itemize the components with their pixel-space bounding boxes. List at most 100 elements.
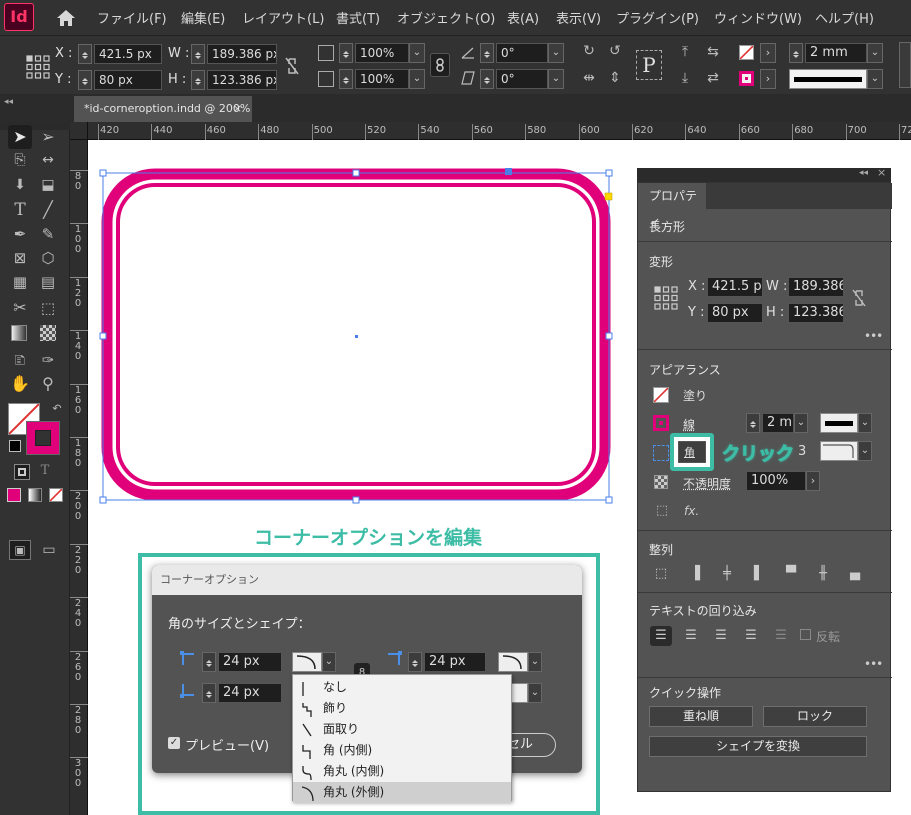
- rotate-dropdown-icon[interactable]: ⌄: [548, 43, 564, 63]
- x-field[interactable]: 421.5 px: [94, 44, 162, 64]
- panel-corner-shape-select[interactable]: [820, 441, 858, 461]
- shear-stepper[interactable]: [480, 69, 494, 89]
- direct-selection-tool-icon[interactable]: ➢: [37, 126, 59, 148]
- type-tool-icon[interactable]: T: [9, 199, 31, 221]
- panel-x-field[interactable]: 421.5 px: [707, 277, 763, 297]
- panel-stroke-swatch[interactable]: [653, 415, 669, 431]
- table-tool-icon[interactable]: ▦: [9, 271, 31, 293]
- collapse-panel-icon[interactable]: ◂◂: [4, 97, 13, 107]
- stroke-weight-dropdown-icon[interactable]: ⌄: [867, 43, 883, 63]
- w-stepper[interactable]: [191, 44, 205, 64]
- flip-vertical-icon[interactable]: ⇕: [606, 70, 624, 88]
- stroke-proxy-swatch[interactable]: [26, 421, 60, 455]
- panel-corner-shape-dropdown-icon[interactable]: ⌄: [858, 441, 872, 461]
- panel-more-icon[interactable]: •••: [864, 329, 883, 343]
- reference-point-icon[interactable]: [26, 55, 50, 79]
- pen-tool-icon[interactable]: ✒: [9, 223, 31, 245]
- document-tab[interactable]: *id-corneroption.indd @ 200% ×: [74, 96, 252, 122]
- selection-tool-icon[interactable]: ➤: [8, 125, 32, 149]
- stroke-weight-field[interactable]: 2 mm: [805, 43, 867, 63]
- w-field[interactable]: 189.386 px: [207, 44, 277, 64]
- dropdown-item[interactable]: 角丸 (外側): [293, 782, 511, 803]
- wrap-next-column-icon[interactable]: ☰: [770, 626, 792, 646]
- panel-stroke-weight-stepper[interactable]: [746, 413, 760, 433]
- h-stepper[interactable]: [191, 70, 205, 90]
- corner-bottom-left-size[interactable]: 24 px: [218, 683, 282, 703]
- align-right-icon[interactable]: ▌: [750, 565, 768, 583]
- screen-mode-icon[interactable]: ▣: [9, 540, 31, 560]
- wrap-object-shape-icon[interactable]: ☰: [710, 626, 732, 646]
- panel-opacity-field[interactable]: 100%: [746, 471, 806, 491]
- wrap-jump-object-icon[interactable]: ☰: [740, 626, 762, 646]
- corner-top-right-size[interactable]: 24 px: [424, 652, 486, 672]
- align-vertical-center-icon[interactable]: ╫: [814, 565, 832, 583]
- corner-top-left-shape-dropdown-icon[interactable]: ⌄: [322, 652, 336, 672]
- document-tab-close-icon[interactable]: ×: [233, 96, 242, 122]
- eyedropper-tool-icon[interactable]: ✑: [37, 349, 59, 371]
- menu-file[interactable]: ファイル(F): [97, 8, 167, 27]
- stroke-weight-stepper[interactable]: [789, 43, 803, 63]
- stroke-swatch[interactable]: [739, 71, 754, 86]
- menu-type[interactable]: 書式(T): [336, 8, 380, 27]
- dropdown-item[interactable]: 面取り: [293, 719, 511, 740]
- panel-opacity-dropdown-icon[interactable]: ›: [806, 471, 820, 491]
- frame-grid-tool-icon[interactable]: ▤: [37, 271, 59, 293]
- align-bottom-icon[interactable]: ▄: [846, 565, 864, 583]
- rectangle-frame-tool-icon[interactable]: ⊠: [9, 247, 31, 269]
- rotate-counterclockwise-icon[interactable]: ↺: [606, 43, 624, 61]
- page-tool-icon[interactable]: ⎘: [9, 149, 31, 171]
- panel-stroke-label[interactable]: 線: [683, 416, 695, 433]
- menu-table[interactable]: 表(A): [507, 8, 539, 27]
- rotate-stepper[interactable]: [480, 43, 494, 63]
- preview-checkbox[interactable]: ✓: [168, 737, 180, 749]
- y-stepper[interactable]: [78, 70, 92, 90]
- panel-constrain-icon[interactable]: [852, 289, 866, 307]
- zoom-tool-icon[interactable]: ⚲: [37, 373, 59, 395]
- align-left-icon[interactable]: ▐: [686, 565, 704, 583]
- panel-w-field[interactable]: 189.386: [788, 277, 844, 297]
- menu-view[interactable]: 表示(V): [556, 8, 601, 27]
- corner-top-right-stepper[interactable]: [408, 652, 422, 672]
- wrap-none-icon[interactable]: ☰: [650, 626, 672, 646]
- content-collector-icon[interactable]: ⬇: [9, 174, 31, 196]
- properties-tab[interactable]: プロパティ: [638, 183, 706, 229]
- panel-h-field[interactable]: 123.386: [788, 303, 844, 323]
- stroke-type-dropdown-icon[interactable]: ⌄: [867, 69, 883, 89]
- corner-bottom-right-shape-dropdown-icon[interactable]: ⌄: [528, 683, 542, 703]
- corner-top-right-shape-dropdown-icon[interactable]: ⌄: [528, 652, 542, 672]
- rotate-clockwise-icon[interactable]: ↻: [580, 43, 598, 61]
- convert-shape-button[interactable]: シェイプを変換: [649, 736, 867, 757]
- wrap-more-icon[interactable]: •••: [864, 657, 883, 671]
- dropdown-item[interactable]: 角 (内側): [293, 740, 511, 761]
- formatting-text-icon[interactable]: T: [36, 463, 54, 481]
- corner-top-left-size[interactable]: 24 px: [218, 652, 282, 672]
- stroke-dropdown-icon[interactable]: ›: [760, 69, 776, 89]
- align-top-icon[interactable]: ▀: [782, 565, 800, 583]
- h-field[interactable]: 123.386 px: [207, 70, 277, 90]
- line-tool-icon[interactable]: ╱: [37, 199, 59, 221]
- note-tool-icon[interactable]: 🗈: [9, 349, 31, 371]
- scale-x-stepper[interactable]: [339, 43, 353, 63]
- scale-x-field[interactable]: 100%: [355, 43, 409, 63]
- panel-close-icon[interactable]: ×: [877, 166, 886, 179]
- gradient-feather-tool-icon[interactable]: [40, 325, 56, 341]
- select-content-icon[interactable]: ⤓: [676, 70, 694, 88]
- scale-x-dropdown-icon[interactable]: ⌄: [409, 43, 425, 63]
- scissors-tool-icon[interactable]: ✂: [9, 297, 31, 319]
- panel-opacity-label[interactable]: 不透明度: [683, 475, 731, 492]
- lock-button[interactable]: ロック: [763, 706, 867, 727]
- menu-layout[interactable]: レイアウト(L): [242, 8, 324, 27]
- dropdown-item[interactable]: なし: [293, 677, 511, 698]
- preview-mode-icon[interactable]: ▭: [39, 540, 59, 560]
- menu-object[interactable]: オブジェクト(O): [397, 8, 495, 27]
- preview-label[interactable]: プレビュー(V): [185, 735, 269, 754]
- apply-color-icon[interactable]: [7, 488, 21, 502]
- align-horizontal-center-icon[interactable]: ╪: [718, 565, 736, 583]
- panel-corner-size-field[interactable]: 3: [794, 443, 812, 463]
- invert-checkbox[interactable]: [800, 629, 811, 640]
- menu-edit[interactable]: 編集(E): [181, 8, 225, 27]
- dropdown-item[interactable]: 飾り: [293, 698, 511, 719]
- constrain-scale-icon[interactable]: [430, 53, 450, 77]
- apply-none-icon[interactable]: [49, 488, 63, 502]
- corner-bottom-left-stepper[interactable]: [202, 683, 216, 703]
